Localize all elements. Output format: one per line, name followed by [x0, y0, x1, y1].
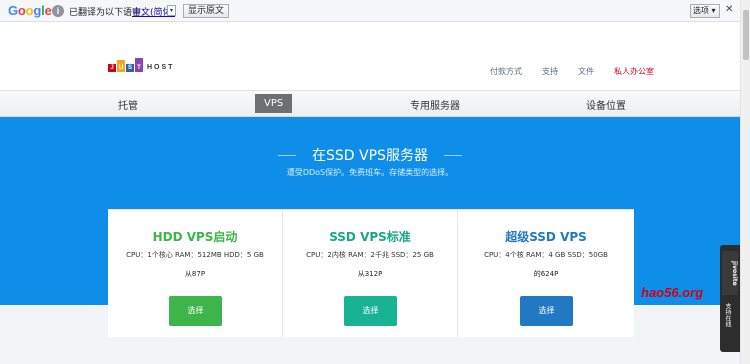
main-nav: 托管 VPS 专用服务器 设备位置 — [0, 90, 740, 117]
logo-letter: J — [108, 64, 116, 72]
plan-price: 从312P — [357, 270, 383, 278]
select-button[interactable]: 选择 — [169, 296, 222, 326]
scrollbar-thumb[interactable] — [743, 10, 749, 60]
google-logo-letter: g — [33, 3, 42, 18]
nav-item-vps[interactable]: VPS — [255, 94, 293, 113]
support-link[interactable]: 支持 — [542, 66, 558, 77]
live-chat-widget[interactable]: jivosite 支持在线 — [720, 245, 740, 352]
plan-name: SSD VPS标准 — [329, 230, 411, 244]
google-logo-letter: o — [17, 3, 26, 18]
nav-item-locations[interactable]: 设备位置 — [586, 97, 626, 112]
nav-item-dedicated[interactable]: 专用服务器 — [410, 97, 460, 112]
info-icon: i — [52, 5, 64, 17]
logo-letter: S — [126, 64, 134, 72]
private-office-link[interactable]: 私人办公室 — [614, 66, 654, 77]
plan-spec: CPU：1个核心 RAM：512MB HDD：5 GB — [126, 251, 264, 259]
plan-price: 从87P — [184, 270, 206, 278]
payment-methods-link[interactable]: 付款方式 — [490, 66, 522, 77]
plan-cards: HDD VPS启动 CPU：1个核心 RAM：512MB HDD：5 GB 从8… — [108, 209, 634, 337]
select-button[interactable]: 选择 — [344, 296, 397, 326]
jivosite-logo: jivosite — [722, 251, 738, 295]
plan-name: 超级SSD VPS — [505, 230, 587, 244]
watermark: hao56.org — [641, 285, 704, 300]
google-logo-letter: e — [44, 3, 52, 18]
plan-card-hdd: HDD VPS启动 CPU：1个核心 RAM：512MB HDD：5 GB 从8… — [108, 210, 283, 337]
logo-letter: T — [135, 58, 143, 72]
justhost-logo[interactable]: J U S T HOST — [108, 58, 174, 72]
google-logo: Google — [8, 3, 52, 18]
documents-link[interactable]: 文件 — [578, 66, 594, 77]
vertical-scrollbar[interactable] — [740, 0, 750, 364]
logo-letter: U — [117, 60, 125, 72]
translate-bar: Google i 已翻译为以下语言： 中文(简体) ▾ 显示原文 选项 ▾ ✕ — [0, 0, 740, 22]
site-header: J U S T HOST 付款方式 支持 文件 私人办公室 — [0, 22, 740, 90]
plan-card-super-ssd: 超级SSD VPS CPU：4个核 RAM：4 GB SSD：50GB 的624… — [458, 210, 634, 337]
nav-item-hosting[interactable]: 托管 — [118, 97, 138, 112]
plan-card-ssd-standard: SSD VPS标准 CPU：2内核 RAM：2千兆 SSD：25 GB 从312… — [283, 210, 458, 337]
select-button[interactable]: 选择 — [520, 296, 573, 326]
logo-text: HOST — [147, 64, 175, 71]
plan-price: 的624P — [533, 270, 559, 278]
header-links: 付款方式 支持 文件 私人办公室 — [490, 66, 654, 77]
language-dropdown-icon[interactable]: ▾ — [167, 5, 176, 16]
hero-title: 在SSD VPS服务器 — [312, 148, 428, 164]
google-logo-letter: G — [8, 3, 18, 18]
plan-name: HDD VPS启动 — [152, 230, 238, 244]
close-icon[interactable]: ✕ — [725, 4, 733, 15]
hero-subtitle: 遭受DDoS保护。免费班车。存储类型的选择。 — [286, 168, 454, 177]
show-original-button[interactable]: 显示原文 — [183, 4, 230, 18]
options-button[interactable]: 选项 ▾ — [690, 4, 720, 18]
live-chat-label[interactable]: 支持在线 — [723, 303, 732, 327]
plan-spec: CPU：2内核 RAM：2千兆 SSD：25 GB — [306, 251, 434, 259]
plan-spec: CPU：4个核 RAM：4 GB SSD：50GB — [484, 251, 608, 259]
